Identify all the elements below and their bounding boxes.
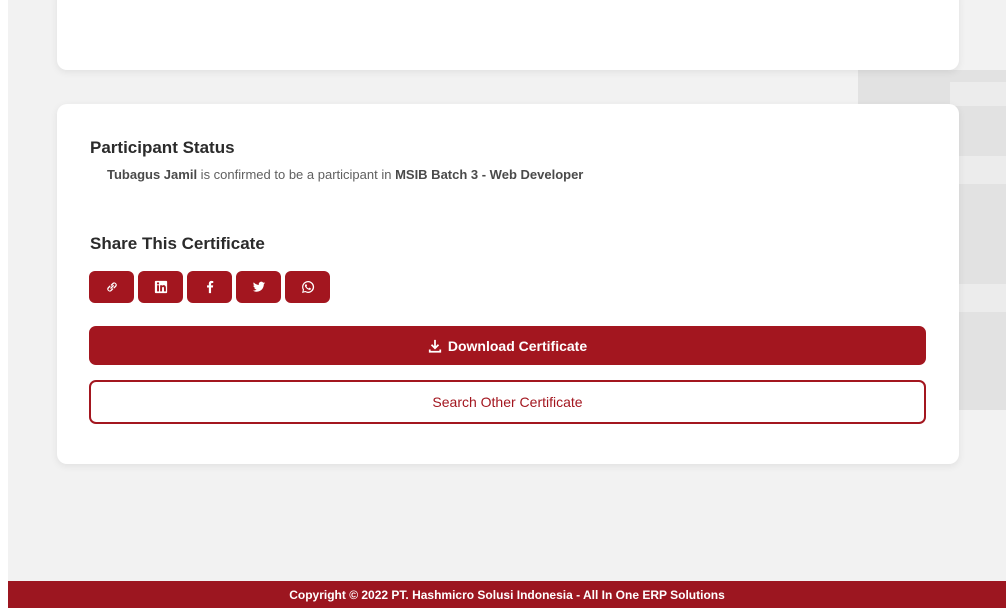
linkedin-icon <box>154 280 167 294</box>
whatsapp-icon <box>301 281 314 293</box>
footer: Copyright © 2022 PT. Hashmicro Solusi In… <box>8 581 1006 608</box>
confirm-text: is confirmed to be a participant in <box>197 167 396 182</box>
share-link-button[interactable] <box>89 271 134 303</box>
share-title: Share This Certificate <box>90 234 265 253</box>
download-certificate-label: Download Certificate <box>447 337 588 354</box>
download-certificate-button[interactable]: Download Certificate <box>89 326 926 365</box>
share-whatsapp-button[interactable] <box>285 271 330 303</box>
participant-status-title: Participant Status <box>90 138 235 157</box>
facebook-icon <box>206 280 213 294</box>
footer-copyright: Copyright © 2022 PT. Hashmicro Solusi In… <box>289 587 725 602</box>
share-buttons <box>89 271 330 303</box>
program-name: MSIB Batch 3 - Web Developer <box>395 167 584 182</box>
page-viewport: Participant Status Tubagus Jamil is conf… <box>8 0 1006 608</box>
share-twitter-button[interactable] <box>236 271 281 303</box>
certificate-card: Participant Status Tubagus Jamil is conf… <box>57 104 959 464</box>
share-facebook-button[interactable] <box>187 271 232 303</box>
participant-name: Tubagus Jamil <box>107 167 198 182</box>
participant-status-text: Tubagus Jamil is confirmed to be a parti… <box>107 167 583 182</box>
link-icon <box>106 282 117 292</box>
search-other-certificate-label: Search Other Certificate <box>432 394 583 410</box>
twitter-icon <box>252 281 265 292</box>
search-other-certificate-button[interactable]: Search Other Certificate <box>89 380 926 424</box>
background-strip <box>950 82 1006 106</box>
download-icon <box>428 339 441 353</box>
previous-card <box>57 0 959 70</box>
share-linkedin-button[interactable] <box>138 271 183 303</box>
